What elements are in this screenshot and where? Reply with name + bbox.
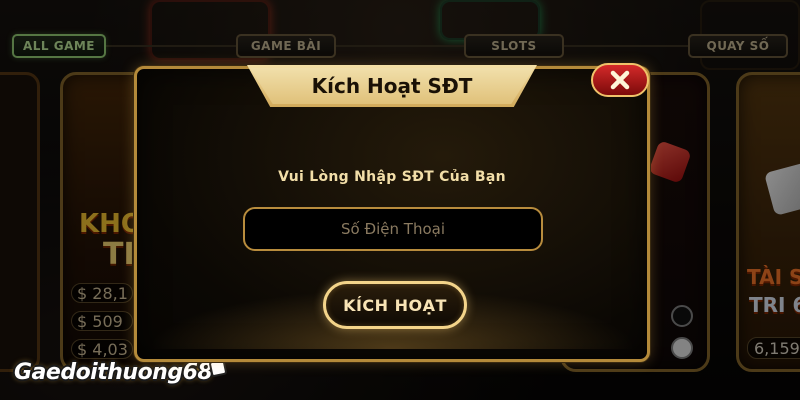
activate-button[interactable]: KÍCH HOẠT — [323, 281, 467, 329]
phone-prompt-text: Vui Lòng Nhập SĐT Của Bạn — [278, 169, 506, 185]
activate-phone-dialog: Kích Hoạt SĐT Vui Lòng Nhập SĐT Của Bạn … — [134, 63, 650, 362]
watermark-logo: Gaedoithuong68 — [14, 360, 213, 385]
phone-number-input[interactable] — [243, 207, 543, 251]
dialog-header: Kích Hoạt SĐT — [250, 68, 534, 104]
close-button[interactable] — [591, 63, 649, 97]
close-icon — [610, 70, 630, 90]
dialog-title: Kích Hoạt SĐT — [311, 74, 473, 98]
game-lobby-screen: ALL GAME GAME BÀI SLOTS QUAY SỐ KHO TI $… — [0, 0, 800, 400]
